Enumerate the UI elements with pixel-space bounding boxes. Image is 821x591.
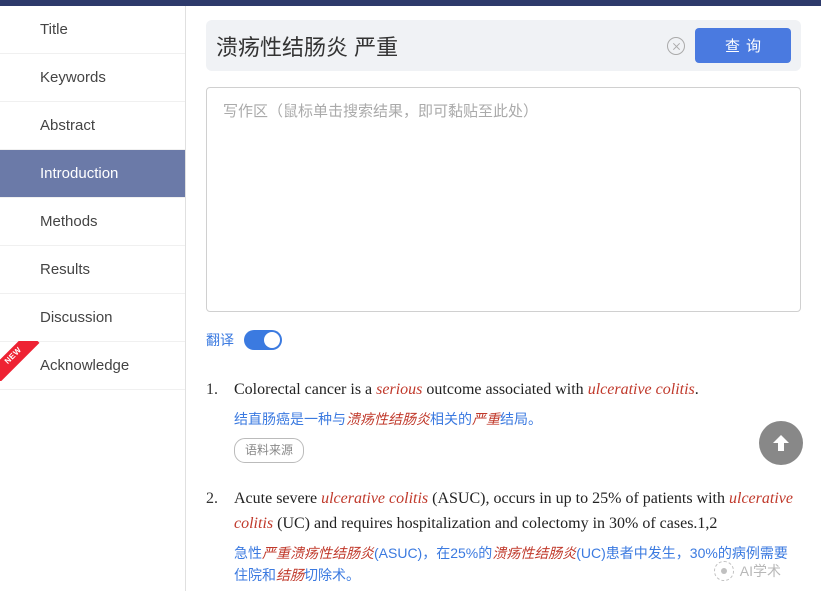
sidebar-item-keywords[interactable]: Keywords <box>0 54 185 102</box>
sidebar-item-title[interactable]: Title <box>0 6 185 54</box>
translate-label: 翻译 <box>206 330 234 350</box>
search-bar: 查询 <box>206 20 801 71</box>
writing-area[interactable]: 写作区（鼠标单击搜索结果，即可黏贴至此处） <box>206 87 801 312</box>
arrow-up-icon <box>769 431 793 455</box>
clear-icon[interactable] <box>667 37 685 55</box>
sidebar-item-introduction[interactable]: Introduction <box>0 150 185 198</box>
source-button[interactable]: 语料来源 <box>234 438 304 463</box>
translate-row: 翻译 <box>206 330 801 350</box>
scroll-to-top-button[interactable] <box>759 421 803 465</box>
translate-toggle[interactable] <box>244 330 282 350</box>
result-item[interactable]: 1. Colorectal cancer is a serious outcom… <box>206 378 801 463</box>
search-button[interactable]: 查询 <box>695 28 791 63</box>
sidebar: Title Keywords Abstract Introduction Met… <box>0 6 186 591</box>
result-chinese: 结直肠癌是一种与溃疡性结肠炎相关的严重结局。 <box>234 409 801 431</box>
sidebar-item-discussion[interactable]: Discussion <box>0 294 185 342</box>
sidebar-item-methods[interactable]: Methods <box>0 198 185 246</box>
result-number: 2. <box>206 487 234 586</box>
result-item[interactable]: 2. Acute severe ulcerative colitis (ASUC… <box>206 487 801 586</box>
result-chinese: 急性严重溃疡性结肠炎(ASUC)，在25%的溃疡性结肠炎(UC)患者中发生，30… <box>234 543 801 586</box>
sidebar-item-label: Acknowledge <box>40 357 129 374</box>
result-number: 1. <box>206 378 234 463</box>
result-english: Acute severe ulcerative colitis (ASUC), … <box>234 487 801 537</box>
new-badge: NEW <box>0 341 40 381</box>
writing-placeholder: 写作区（鼠标单击搜索结果，即可黏贴至此处） <box>223 103 538 120</box>
result-english: Colorectal cancer is a serious outcome a… <box>234 378 801 403</box>
search-input[interactable] <box>216 33 657 59</box>
sidebar-item-abstract[interactable]: Abstract <box>0 102 185 150</box>
results-list: 1. Colorectal cancer is a serious outcom… <box>206 378 801 586</box>
sidebar-item-acknowledge[interactable]: NEW Acknowledge <box>0 342 185 390</box>
sidebar-item-results[interactable]: Results <box>0 246 185 294</box>
